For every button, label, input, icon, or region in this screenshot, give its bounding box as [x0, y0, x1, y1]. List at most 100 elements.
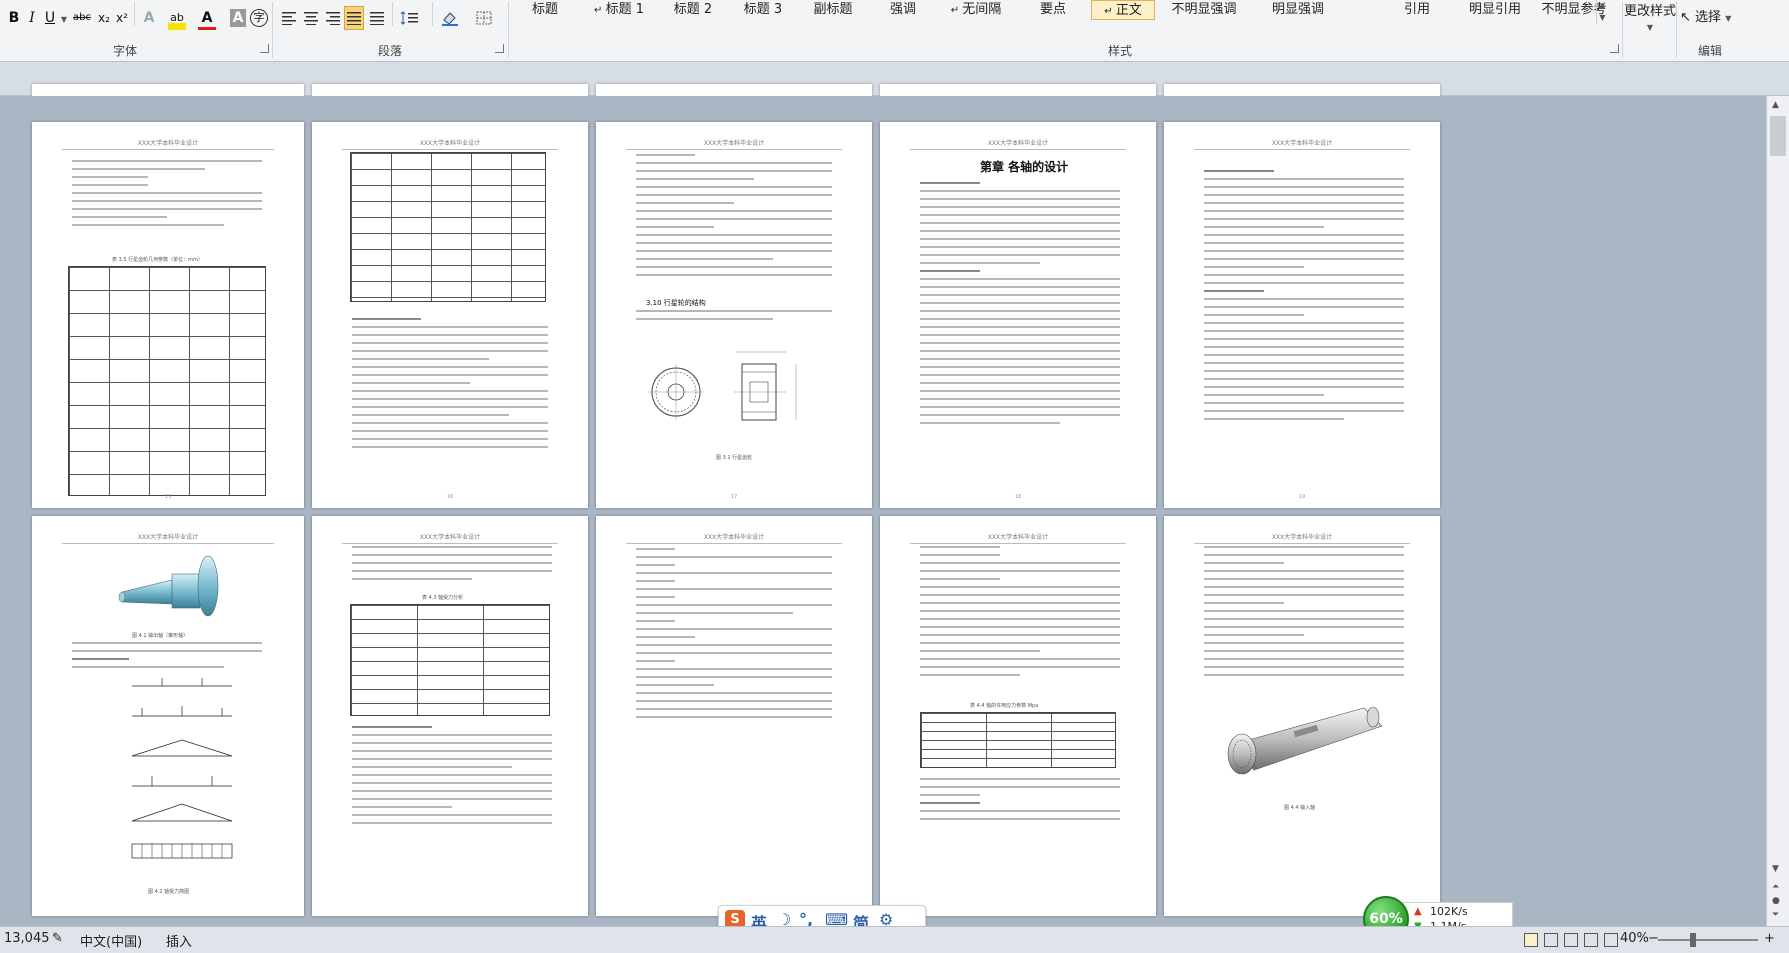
- page-15[interactable]: XXX大学本科毕业设计 表 3.5 行星齿轮几何参数（单位：mm） 15: [32, 122, 304, 508]
- style-intense-emphasis[interactable]: 明显强调: [1255, 0, 1341, 20]
- underline-button[interactable]: U: [42, 6, 58, 30]
- zoom-level[interactable]: 40%: [1620, 931, 1649, 946]
- style-intense-quote[interactable]: 明显引用: [1450, 0, 1540, 20]
- table-caption: 表 3.5 行星齿轮几何参数（单位：mm）: [112, 257, 203, 263]
- planet-gear-drawing: [648, 351, 797, 421]
- page-16[interactable]: XXX大学本科毕业设计 16: [312, 122, 588, 508]
- style-title[interactable]: 标题: [512, 0, 578, 20]
- insert-mode[interactable]: 插入: [166, 931, 192, 950]
- style-subtle-emphasis[interactable]: 不明显强调: [1158, 0, 1250, 20]
- outline-view-icon[interactable]: [1584, 933, 1598, 947]
- underline-dropdown-icon[interactable]: ▼: [60, 6, 68, 30]
- style-subtitle[interactable]: 副标题: [800, 0, 866, 20]
- font-color-button[interactable]: A: [198, 6, 216, 30]
- page-20[interactable]: XXX大学本科毕业设计 图 4.1 输出轴（锥形轴） 图 4.2 轴受力简图: [32, 516, 304, 916]
- subscript-button[interactable]: x₂: [96, 6, 112, 30]
- paragraph-dialog-launcher-icon[interactable]: [495, 44, 504, 53]
- separator: [1676, 2, 1677, 58]
- zoom-slider[interactable]: [1658, 939, 1758, 941]
- page-24[interactable]: XXX大学本科毕业设计 图 4.4 输入轴: [1164, 516, 1440, 916]
- figure-caption: 图 4.2 轴受力简图: [148, 889, 190, 895]
- style-normal[interactable]: ↵ 正文: [1091, 0, 1155, 20]
- prev-page-icon[interactable]: ⏶: [1772, 882, 1779, 892]
- input-shaft-image: [1227, 706, 1383, 775]
- page-bottom: [1164, 84, 1440, 96]
- align-left-icon[interactable]: [280, 6, 298, 30]
- allowable-stress-table: [920, 712, 1116, 768]
- styles-scroll[interactable]: ▲ ▼: [1596, 0, 1608, 24]
- style-strong[interactable]: 要点: [1020, 0, 1086, 20]
- word-count[interactable]: 13,045: [4, 931, 50, 946]
- chapter-title: 第章 各轴的设计: [980, 160, 1069, 174]
- page-header: XXX大学本科毕业设计: [1194, 138, 1410, 150]
- page-number: 16: [446, 494, 454, 500]
- page-header: XXX大学本科毕业设计: [342, 532, 558, 544]
- separator: [272, 2, 273, 58]
- next-page-icon[interactable]: ⏷: [1772, 910, 1779, 920]
- page-header: XXX大学本科毕业设计: [342, 138, 558, 150]
- scroll-down-icon[interactable]: ▼: [1772, 864, 1779, 874]
- styles-dialog-launcher-icon[interactable]: [1610, 44, 1619, 53]
- zoom-slider-knob[interactable]: [1690, 933, 1696, 947]
- shading-icon[interactable]: [438, 6, 466, 30]
- page-header: XXX大学本科毕业设计: [910, 532, 1126, 544]
- style-quote[interactable]: 引用: [1384, 0, 1450, 20]
- page-number: 19: [1298, 494, 1306, 500]
- page-18[interactable]: XXX大学本科毕业设计 第章 各轴的设计 18: [880, 122, 1156, 508]
- table-caption: 表 4.3 轴受力分析: [422, 595, 464, 601]
- justify-icon[interactable]: [344, 6, 364, 30]
- page-23[interactable]: XXX大学本科毕业设计 表 4.4 轴的许用应力参数 Mpa: [880, 516, 1156, 916]
- proofing-icon[interactable]: ✎: [52, 931, 63, 946]
- char-shading-button[interactable]: A: [230, 9, 246, 27]
- italic-button[interactable]: I: [24, 6, 40, 30]
- language-indicator[interactable]: 中文(中国): [80, 931, 142, 950]
- align-right-icon[interactable]: [324, 6, 342, 30]
- full-screen-view-icon[interactable]: [1544, 933, 1558, 947]
- text-effects-button[interactable]: A: [140, 6, 158, 30]
- style-heading-1[interactable]: ↵ 标题 1: [584, 0, 654, 20]
- distribute-icon[interactable]: [368, 6, 386, 30]
- font-group-label: 字体: [112, 44, 137, 58]
- separator: [392, 2, 393, 26]
- zoom-in-icon[interactable]: +: [1764, 931, 1775, 946]
- strikethrough-button[interactable]: abc: [72, 6, 92, 30]
- style-emphasis[interactable]: 强调: [870, 0, 936, 20]
- borders-icon[interactable]: [472, 6, 500, 30]
- page-19[interactable]: XXX大学本科毕业设计 19: [1164, 122, 1440, 508]
- separator: [1622, 2, 1623, 58]
- style-no-spacing[interactable]: ↵ 无间隔: [936, 0, 1016, 20]
- output-shaft-image: [118, 555, 219, 617]
- section-heading: 3.10 行星轮的结构: [646, 299, 706, 307]
- page-17[interactable]: XXX大学本科毕业设计 3.10 行星轮的结构 图 3.1 行星齿轮 17: [596, 122, 872, 508]
- web-layout-view-icon[interactable]: [1564, 933, 1578, 947]
- ribbon: B I U ▼ abc x₂ x² A ab A A 字 字体 段落 标题 ↵ …: [0, 0, 1789, 62]
- line-spacing-icon[interactable]: [398, 6, 424, 30]
- page-number: 17: [730, 494, 738, 500]
- page-21[interactable]: XXX大学本科毕业设计 表 4.3 轴受力分析: [312, 516, 588, 916]
- figure-caption: 图 3.1 行星齿轮: [716, 455, 753, 461]
- print-layout-view-icon[interactable]: [1524, 933, 1538, 947]
- paragraph-group-label: 段落: [377, 44, 402, 58]
- superscript-button[interactable]: x²: [114, 6, 130, 30]
- figure-caption: 图 4.4 输入轴: [1284, 805, 1316, 811]
- font-dialog-launcher-icon[interactable]: [260, 44, 269, 53]
- document-area[interactable]: XXX大学本科毕业设计 表 3.5 行星齿轮几何参数（单位：mm） 15 XXX…: [0, 96, 1766, 926]
- browse-object-icon[interactable]: ●: [1772, 896, 1780, 906]
- highlight-button[interactable]: ab: [168, 6, 186, 30]
- enclose-char-button[interactable]: 字: [250, 9, 268, 27]
- table-caption: 表 4.4 轴的许用应力参数 Mpa: [970, 703, 1039, 709]
- align-center-icon[interactable]: [302, 6, 320, 30]
- select-button[interactable]: ↖ 选择 ▼: [1680, 6, 1760, 26]
- scroll-thumb[interactable]: [1770, 116, 1786, 156]
- vertical-scrollbar[interactable]: ▲ ▼ ⏶ ● ⏷: [1766, 96, 1789, 926]
- style-heading-3[interactable]: 标题 3: [730, 0, 796, 20]
- page-header: XXX大学本科毕业设计: [1194, 532, 1410, 544]
- bold-button[interactable]: B: [6, 6, 22, 30]
- style-heading-2[interactable]: 标题 2: [660, 0, 726, 20]
- scroll-up-icon[interactable]: ▲: [1772, 100, 1779, 110]
- draft-view-icon[interactable]: [1604, 933, 1618, 947]
- page-header: XXX大学本科毕业设计: [910, 138, 1126, 150]
- cursor-icon: ↖: [1680, 10, 1691, 25]
- change-styles-button[interactable]: 更改样式 ▼: [1624, 0, 1676, 36]
- page-22[interactable]: XXX大学本科毕业设计: [596, 516, 872, 916]
